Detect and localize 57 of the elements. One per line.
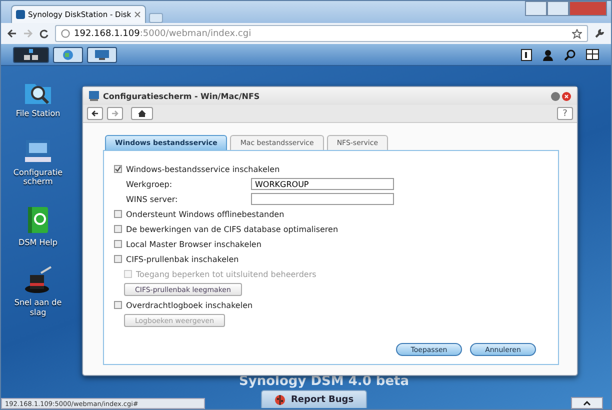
field-label: Werkgroep: xyxy=(126,180,174,188)
maximize-button[interactable] xyxy=(547,1,569,16)
minimize-button[interactable] xyxy=(525,1,547,16)
checkbox-label: Local Master Browser inschakelen xyxy=(126,240,262,248)
star-icon[interactable] xyxy=(572,28,582,38)
arrow-right-icon xyxy=(111,110,119,117)
expand-up-button[interactable] xyxy=(571,397,603,409)
checkbox-label: CIFS-prullenbak inschakelen xyxy=(126,254,239,264)
main-menu-button[interactable] xyxy=(13,46,49,62)
checkbox[interactable] xyxy=(114,165,122,173)
checkbox-label: De bewerkingen van de CIFS database optimaliseren xyxy=(126,224,338,234)
desktop-icon-label[interactable]: Configuratie scherm xyxy=(9,168,67,187)
desktop-icon-label[interactable]: DSM Help xyxy=(18,238,58,248)
windows-icon[interactable] xyxy=(586,49,599,60)
reload-icon[interactable] xyxy=(39,28,49,38)
checkbox-label: Overdrachtlogboek inschakelen xyxy=(126,300,253,310)
user-icon[interactable] xyxy=(542,48,554,60)
arrow-left-icon xyxy=(91,110,99,117)
control-panel-icon xyxy=(89,91,99,101)
checkbox[interactable] xyxy=(114,225,122,233)
input-field[interactable] xyxy=(251,193,394,205)
home-icon xyxy=(138,110,146,117)
checkbox[interactable] xyxy=(114,210,122,218)
report-bugs-button[interactable]: Report Bugs xyxy=(261,390,367,408)
back-icon[interactable] xyxy=(7,29,17,38)
search-icon[interactable] xyxy=(564,48,576,60)
field-label: WINS server: xyxy=(126,194,179,204)
globe-icon xyxy=(61,29,70,38)
address-bar[interactable]: 192.168.1.109:5000/webman/index.cgi xyxy=(55,25,588,42)
chevron-up-icon xyxy=(583,400,591,406)
desktop-icon-label[interactable]: Snel aan de slag xyxy=(9,298,67,318)
checkbox[interactable] xyxy=(114,301,122,309)
site-icon xyxy=(16,10,25,19)
ladybug-icon xyxy=(274,394,286,405)
grid-icon xyxy=(22,48,40,60)
checkbox-label: Ondersteunt Windows offlinebestanden xyxy=(126,210,284,218)
checkbox-label: Toegang beperken tot uitsluitend beheerders xyxy=(136,270,316,278)
notes-icon[interactable] xyxy=(521,48,532,60)
control-panel-taskbar-button[interactable] xyxy=(87,46,117,62)
brand-text: Synology DSM 4.0 beta xyxy=(239,374,409,389)
monitor-icon xyxy=(95,50,109,60)
checkbox[interactable] xyxy=(114,240,122,248)
checkbox[interactable] xyxy=(114,255,122,263)
back-button[interactable] xyxy=(87,107,103,120)
close-icon[interactable] xyxy=(134,11,142,18)
desktop-icon-label[interactable]: File Station xyxy=(16,109,60,119)
checkbox-label: Windows-bestandsservice inschakelen xyxy=(126,164,280,174)
globe-taskbar-button[interactable] xyxy=(53,46,83,62)
dialog-title: Configuratiescherm - Win/Mac/NFS xyxy=(103,92,260,100)
magic-hat-icon xyxy=(23,265,53,296)
input-field[interactable]: WORKGROUP xyxy=(251,178,394,190)
close-icon[interactable] xyxy=(562,92,571,100)
globe-icon xyxy=(62,48,74,60)
wrench-icon[interactable] xyxy=(594,28,605,39)
minimize-icon[interactable] xyxy=(551,92,560,100)
help-button[interactable]: ? xyxy=(557,107,573,120)
home-button[interactable] xyxy=(131,107,153,120)
